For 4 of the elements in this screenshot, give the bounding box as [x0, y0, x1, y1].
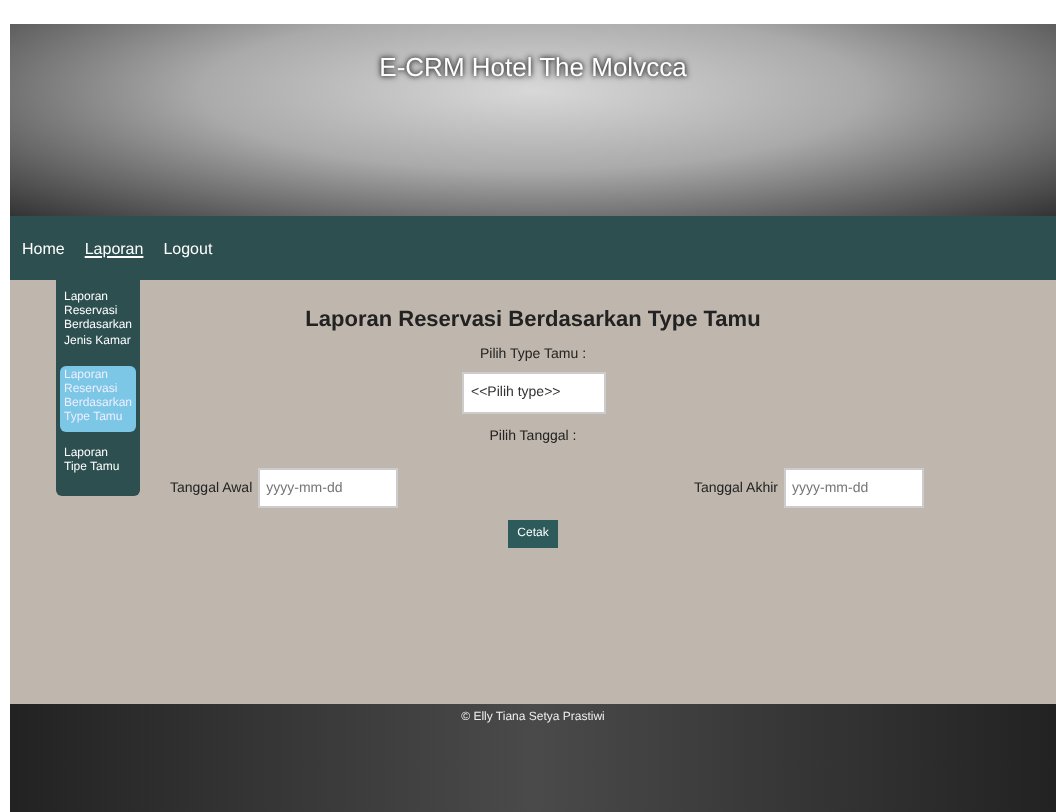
nav-link[interactable]: Laporan	[82, 235, 146, 261]
nav-link[interactable]: Logout	[161, 235, 215, 261]
form-title: Laporan Reservasi Berdasarkan Type Tamu	[305, 308, 761, 332]
nav-link[interactable]: Home	[20, 235, 67, 261]
